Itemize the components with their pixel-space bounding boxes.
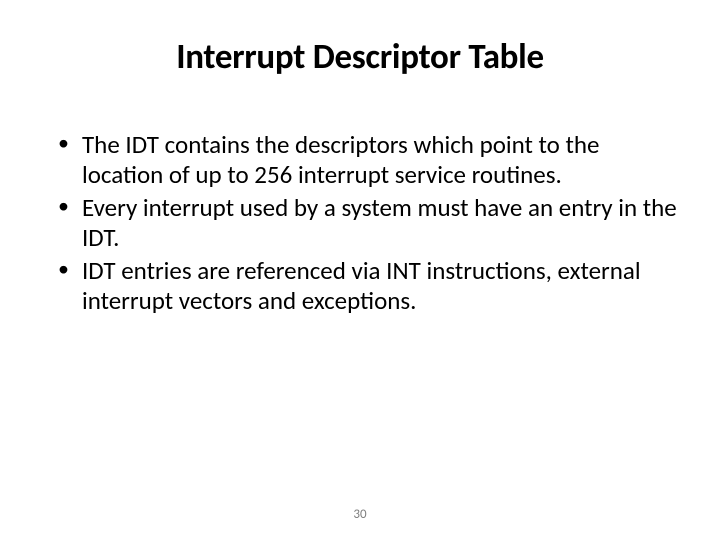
page-number: 30 [0,507,720,522]
slide-title: Interrupt Descriptor Table [40,36,680,78]
slide: Interrupt Descriptor Table The IDT conta… [0,0,720,540]
bullet-list: The IDT contains the descriptors which p… [40,130,680,315]
list-item: The IDT contains the descriptors which p… [58,130,680,189]
list-item: Every interrupt used by a system must ha… [58,193,680,252]
list-item: IDT entries are referenced via INT instr… [58,256,680,315]
